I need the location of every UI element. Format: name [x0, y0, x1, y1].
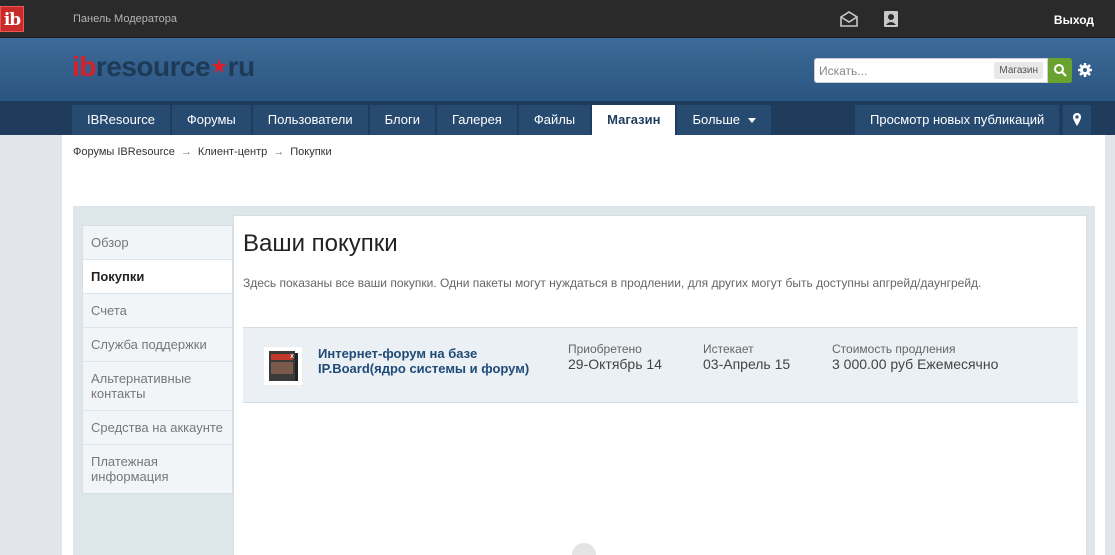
sidebar-item-alternate-contacts[interactable]: Альтернативные контакты	[83, 362, 232, 411]
user-badge-icon[interactable]	[881, 9, 901, 29]
envelope-icon[interactable]	[839, 9, 859, 29]
expires-value: 03-Апрель 15	[703, 356, 791, 372]
search-input[interactable]	[819, 62, 979, 79]
sidebar-item-account-credit[interactable]: Средства на аккаунте	[83, 411, 232, 445]
tab-more-label: Больше	[692, 112, 740, 127]
brand-part-resource: resource	[95, 51, 211, 82]
expires-column: Истекает 03-Апрель 15	[703, 342, 790, 372]
purchased-label: Приобретено	[568, 342, 642, 356]
renewal-label: Стоимость продления	[832, 342, 956, 356]
svg-text:x: x	[290, 352, 294, 360]
sidebar-item-billing-info[interactable]: Платежная информация	[83, 445, 232, 493]
sidebar-item-support[interactable]: Служба поддержки	[83, 328, 232, 362]
moderator-panel-link[interactable]: Панель Модератора	[73, 13, 177, 25]
star-icon: ★	[210, 56, 228, 78]
tab-blogs[interactable]: Блоги	[369, 105, 435, 135]
search-box: Магазин	[814, 58, 1048, 83]
page-title: Ваши покупки	[243, 230, 398, 257]
gear-icon[interactable]	[1077, 62, 1093, 78]
renewal-value: 3 000.00 руб Ежемесячно	[832, 356, 999, 372]
logout-link[interactable]: Выход	[1054, 13, 1094, 27]
brand-logo[interactable]: ibresource★ru	[72, 51, 255, 83]
tab-users[interactable]: Пользователи	[252, 105, 368, 135]
sidebar-item-purchases[interactable]: Покупки	[83, 260, 232, 294]
breadcrumb-client-center[interactable]: Клиент-центр	[198, 146, 267, 158]
site-logo-icon[interactable]: ib	[0, 6, 24, 32]
chevron-down-icon	[747, 118, 756, 124]
top-bar: ib Панель Модератора Выход	[0, 0, 1115, 38]
tab-forums[interactable]: Форумы	[171, 105, 251, 135]
breadcrumb: Форумы IBResource → Клиент-центр → Покупки	[73, 146, 332, 158]
view-new-posts-button[interactable]: Просмотр новых публикаций	[855, 105, 1060, 135]
search-icon[interactable]	[1048, 58, 1072, 83]
tab-store[interactable]: Магазин	[592, 105, 676, 135]
product-box-icon: x	[263, 346, 303, 386]
client-center-sidebar: Обзор Покупки Счета Служба поддержки Аль…	[82, 225, 233, 494]
breadcrumb-separator: →	[180, 146, 192, 158]
search-scope-selector[interactable]: Магазин	[994, 62, 1043, 79]
page-description: Здесь показаны все ваши покупки. Одни па…	[243, 276, 982, 290]
tab-more[interactable]: Больше	[677, 105, 771, 135]
map-pin-icon[interactable]	[1063, 105, 1091, 135]
breadcrumb-forums[interactable]: Форумы IBResource	[73, 146, 175, 158]
purchase-row: x Интернет-форум на базе IP.Board(ядро с…	[243, 327, 1078, 403]
site-header: ibresource★ru Магазин	[0, 38, 1115, 101]
page-container: Форумы IBResource → Клиент-центр → Покупки О…	[62, 135, 1105, 555]
brand-part-ib: ib	[72, 51, 96, 82]
breadcrumb-separator: →	[273, 146, 285, 158]
renewal-column: Стоимость продления 3 000.00 руб Ежемеся…	[832, 342, 998, 372]
main-nav: IBResource Форумы Пользователи Блоги Гал…	[0, 101, 1115, 135]
purchased-column: Приобретено 29-Октябрь 14	[568, 342, 662, 372]
breadcrumb-purchases[interactable]: Покупки	[290, 146, 331, 158]
tab-ibresource[interactable]: IBResource	[72, 105, 170, 135]
expires-label: Истекает	[703, 342, 754, 356]
purchased-value: 29-Октябрь 14	[568, 356, 662, 372]
tab-gallery[interactable]: Галерея	[436, 105, 517, 135]
purchases-panel: Ваши покупки Здесь показаны все ваши пок…	[233, 215, 1087, 555]
purchase-name-link[interactable]: Интернет-форум на базе IP.Board(ядро сис…	[318, 346, 548, 376]
tab-files[interactable]: Файлы	[518, 105, 591, 135]
sidebar-item-invoices[interactable]: Счета	[83, 294, 232, 328]
brand-part-ru: ru	[227, 51, 256, 82]
client-center-area: Обзор Покупки Счета Служба поддержки Аль…	[73, 206, 1095, 555]
sidebar-item-overview[interactable]: Обзор	[83, 226, 232, 260]
